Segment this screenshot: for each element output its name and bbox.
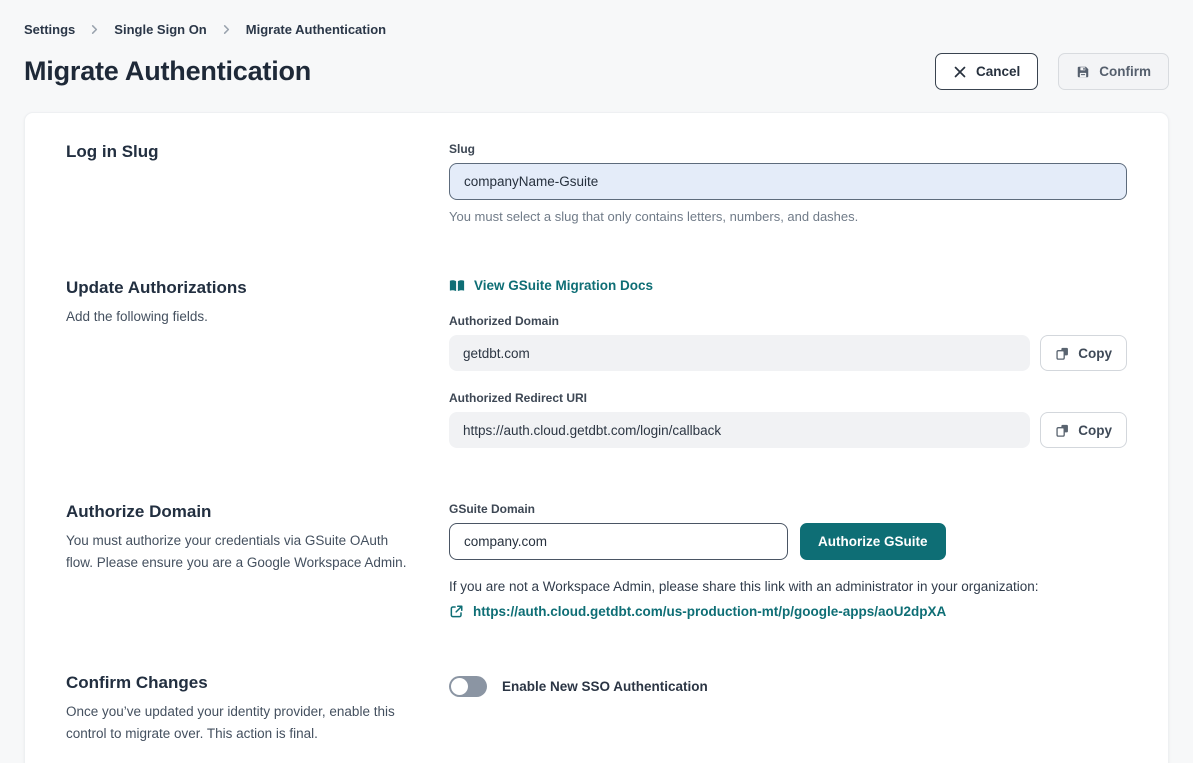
copy-icon (1055, 423, 1070, 438)
authorized-domain-label: Authorized Domain (449, 314, 1127, 328)
x-icon (953, 65, 967, 79)
section-heading-confirm-changes: Confirm Changes (66, 673, 449, 693)
header-actions: Cancel Confirm (935, 53, 1169, 90)
section-desc-authorize-domain: You must authorize your credentials via … (66, 530, 411, 574)
authorize-gsuite-button-label: Authorize GSuite (818, 534, 928, 549)
copy-icon (1055, 346, 1070, 361)
authorize-gsuite-button[interactable]: Authorize GSuite (800, 523, 946, 560)
copy-redirect-uri-button[interactable]: Copy (1040, 412, 1127, 448)
slug-label: Slug (449, 142, 1127, 156)
breadcrumb-settings[interactable]: Settings (24, 22, 75, 37)
authorized-domain-value: getdbt.com (449, 335, 1030, 371)
toggle-knob (451, 678, 468, 695)
section-confirm-changes: Confirm Changes Once you’ve updated your… (66, 673, 1127, 745)
section-update-authorizations: Update Authorizations Add the following … (66, 278, 1127, 448)
section-desc-confirm-changes: Once you’ve updated your identity provid… (66, 701, 411, 745)
cancel-button[interactable]: Cancel (935, 53, 1038, 90)
page-header: Migrate Authentication Cancel (24, 53, 1169, 90)
section-heading-update-authorizations: Update Authorizations (66, 278, 449, 298)
settings-card: Log in Slug Slug You must select a slug … (24, 112, 1169, 763)
book-icon (449, 279, 465, 293)
copy-button-label: Copy (1078, 423, 1112, 438)
migrate-authentication-page: Settings Single Sign On Migrate Authenti… (0, 0, 1193, 763)
cancel-button-label: Cancel (976, 64, 1020, 79)
section-authorize-domain: Authorize Domain You must authorize your… (66, 502, 1127, 619)
slug-input[interactable] (449, 163, 1127, 200)
confirm-button-label: Confirm (1099, 64, 1151, 79)
gsuite-domain-input[interactable] (449, 523, 788, 560)
breadcrumb-migrate-authentication: Migrate Authentication (246, 22, 386, 37)
chevron-right-icon (89, 24, 100, 35)
page-title: Migrate Authentication (24, 56, 311, 87)
gsuite-domain-label: GSuite Domain (449, 502, 1127, 516)
copy-authorized-domain-button[interactable]: Copy (1040, 335, 1127, 371)
copy-button-label: Copy (1078, 346, 1112, 361)
section-desc-update-authorizations: Add the following fields. (66, 306, 411, 328)
workspace-admin-note: If you are not a Workspace Admin, please… (449, 577, 1127, 597)
section-login-slug: Log in Slug Slug You must select a slug … (66, 142, 1127, 224)
external-link-icon (449, 604, 464, 619)
admin-share-link-url: https://auth.cloud.getdbt.com/us-product… (473, 604, 946, 619)
slug-help-text: You must select a slug that only contain… (449, 209, 1127, 224)
section-heading-login-slug: Log in Slug (66, 142, 449, 162)
save-icon (1076, 65, 1090, 79)
chevron-right-icon (221, 24, 232, 35)
view-gsuite-migration-docs-link[interactable]: View GSuite Migration Docs (449, 278, 653, 293)
enable-new-sso-toggle-label: Enable New SSO Authentication (502, 679, 708, 694)
confirm-button[interactable]: Confirm (1058, 53, 1169, 90)
authorized-redirect-uri-label: Authorized Redirect URI (449, 391, 1127, 405)
authorized-redirect-uri-value: https://auth.cloud.getdbt.com/login/call… (449, 412, 1030, 448)
admin-share-link[interactable]: https://auth.cloud.getdbt.com/us-product… (449, 604, 1127, 619)
breadcrumb: Settings Single Sign On Migrate Authenti… (24, 18, 1169, 47)
breadcrumb-single-sign-on[interactable]: Single Sign On (114, 22, 206, 37)
section-heading-authorize-domain: Authorize Domain (66, 502, 449, 522)
enable-new-sso-toggle[interactable] (449, 676, 487, 697)
docs-link-label: View GSuite Migration Docs (474, 278, 653, 293)
